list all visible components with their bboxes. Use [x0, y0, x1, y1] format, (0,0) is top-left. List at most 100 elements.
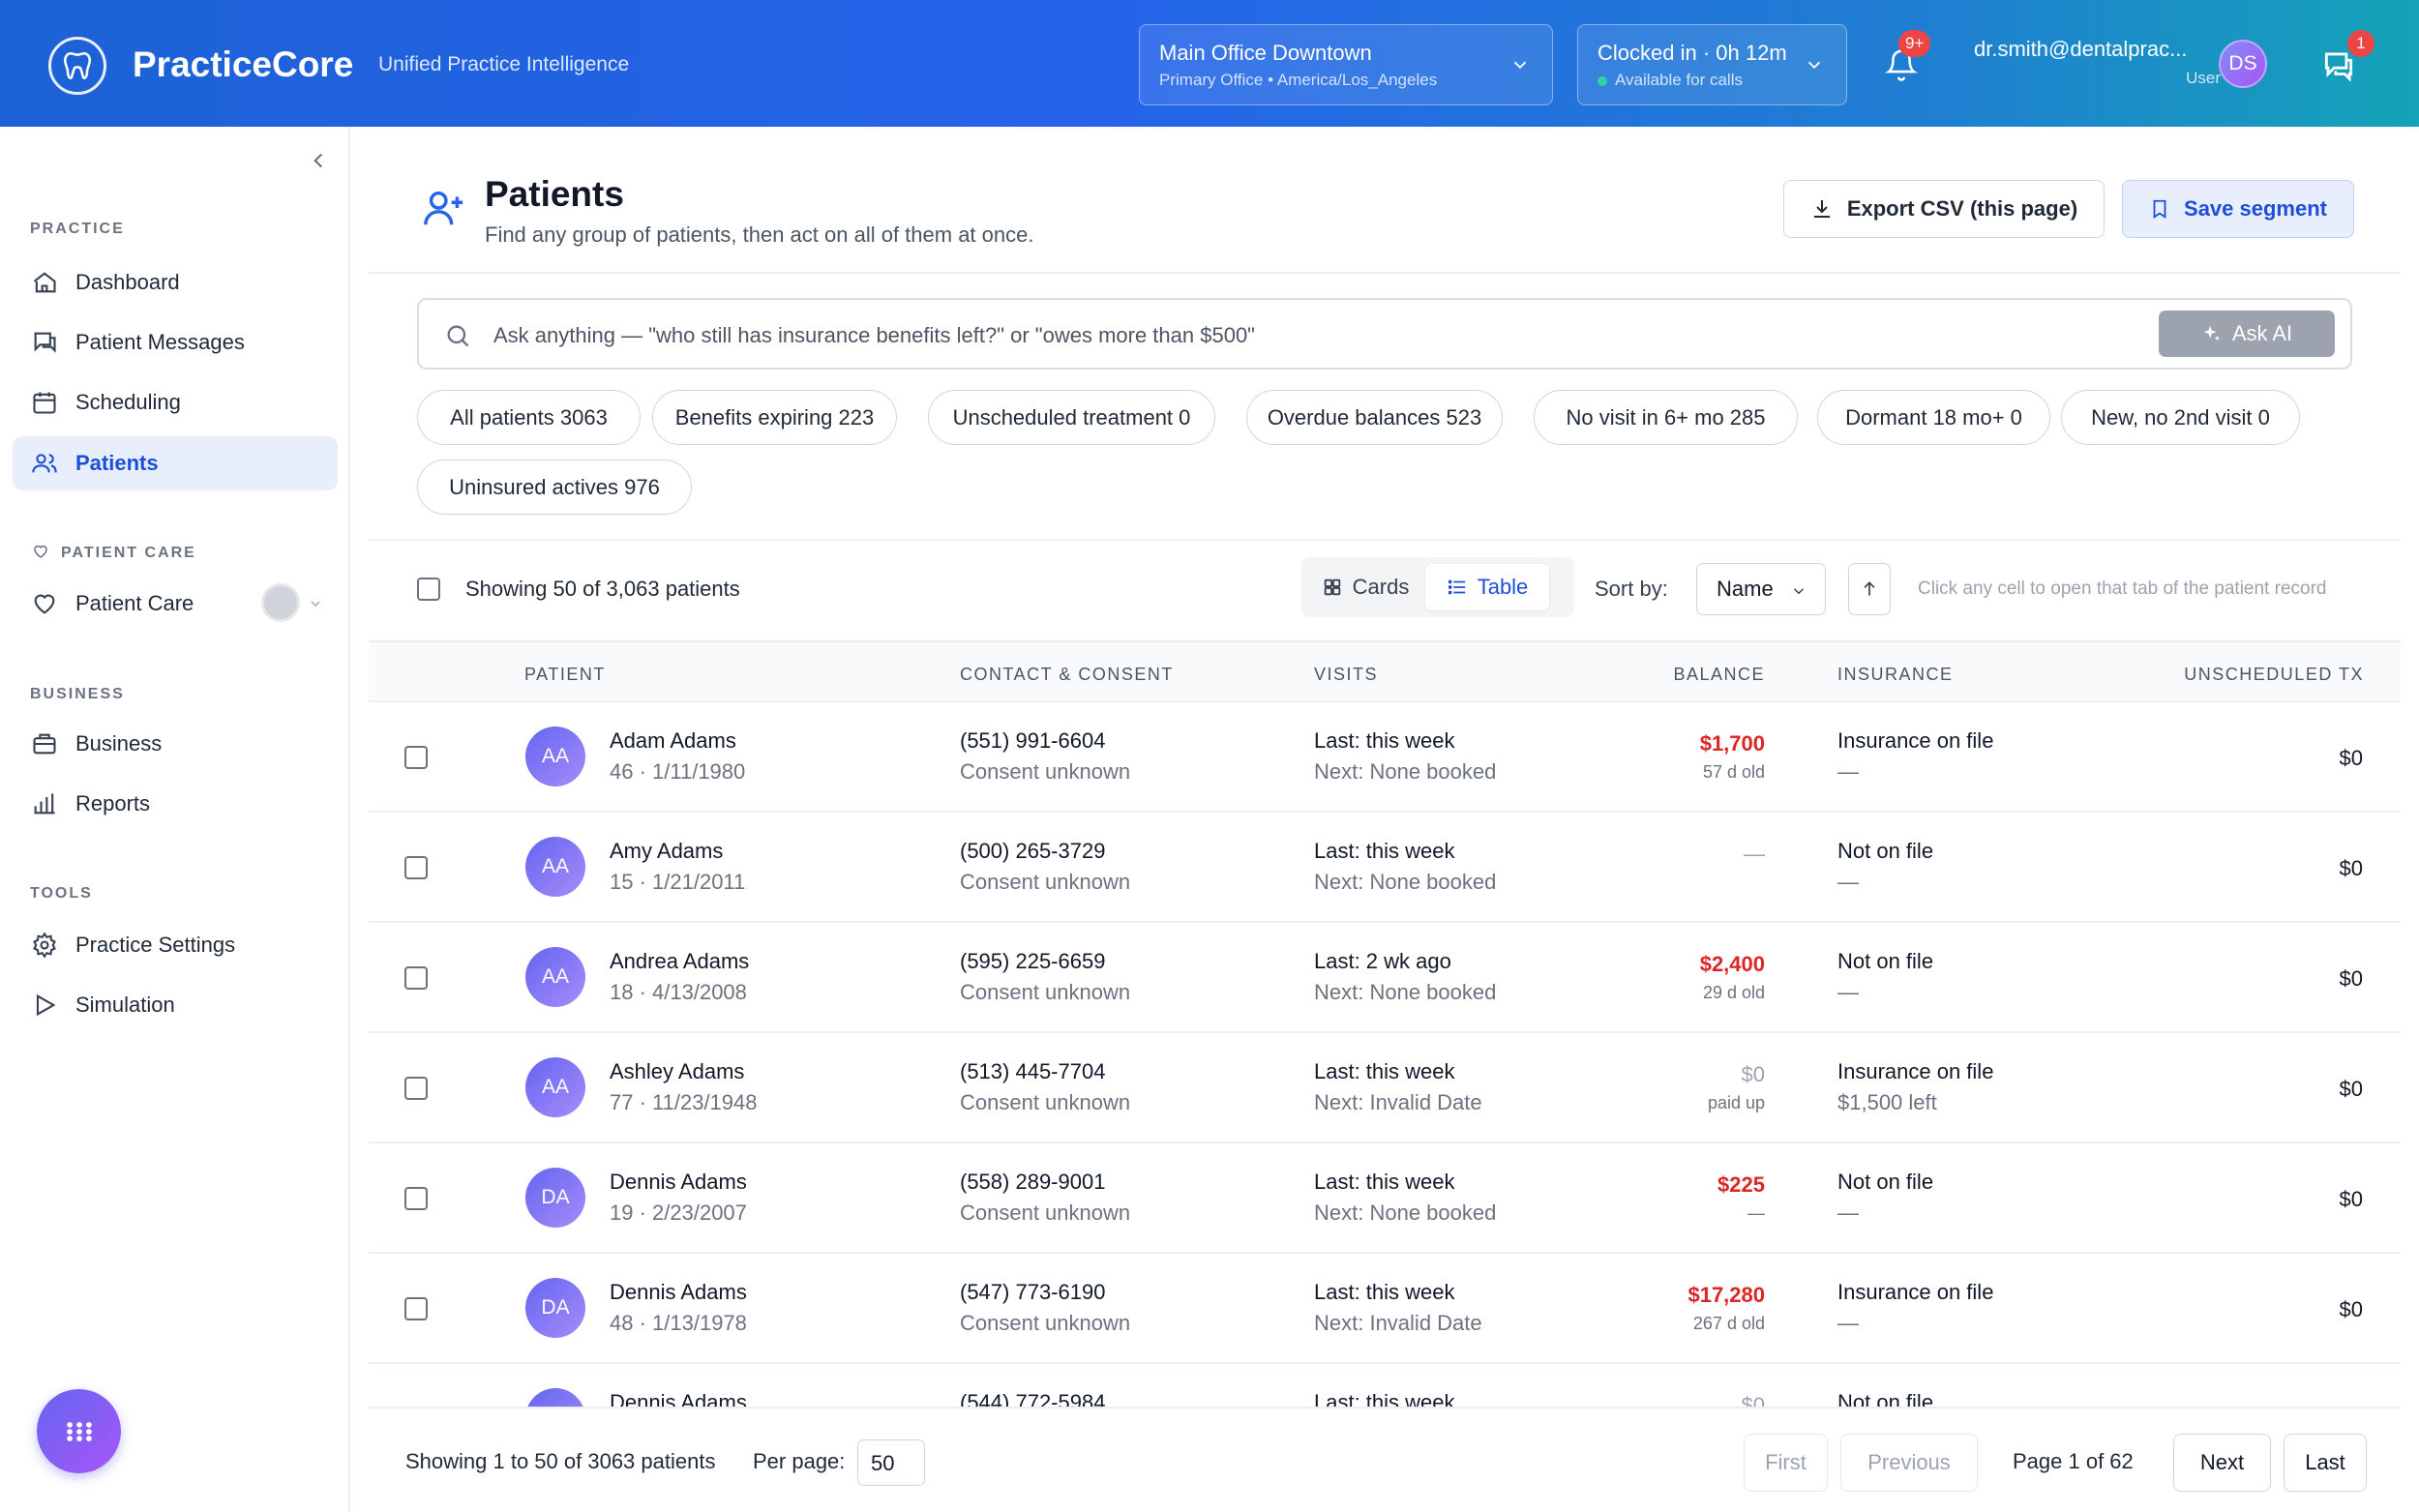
patient-care-toggle[interactable] [261, 583, 300, 622]
unscheduled-tx-amount[interactable]: $0 [2340, 966, 2363, 992]
row-checkbox[interactable] [404, 1297, 428, 1320]
balance-amount[interactable]: — [1744, 842, 1765, 867]
user-avatar[interactable]: DS [2219, 40, 2267, 88]
last-visit[interactable]: Last: this week [1314, 1280, 1455, 1305]
previous-page-button[interactable]: Previous [1840, 1434, 1978, 1492]
row-checkbox[interactable] [404, 1077, 428, 1100]
balance-amount[interactable]: $2,400 [1700, 952, 1765, 977]
balance-age[interactable]: 57 d old [1703, 762, 1765, 783]
search-input[interactable]: Ask anything — "who still has insurance … [417, 298, 2352, 370]
sidebar-item-patient-care[interactable]: Patient Care [13, 577, 245, 631]
sidebar-item-simulation[interactable]: Simulation [13, 978, 338, 1032]
per-page-select[interactable]: 50 [857, 1439, 925, 1486]
balance-age[interactable]: 29 d old [1703, 983, 1765, 1003]
row-checkbox[interactable] [404, 856, 428, 879]
insurance-status[interactable]: Not on file [1837, 839, 1933, 864]
insurance-remaining[interactable]: — [1837, 1201, 1859, 1226]
insurance-remaining[interactable]: $1,500 left [1837, 1090, 1937, 1115]
location-selector[interactable]: Main Office Downtown Primary Office • Am… [1139, 24, 1553, 105]
column-header-contact[interactable]: CONTACT & CONSENT [960, 665, 1174, 685]
patient-avatar[interactable]: AA [525, 1057, 585, 1117]
last-visit[interactable]: Last: this week [1314, 1170, 1455, 1195]
unscheduled-tx-amount[interactable]: $0 [2340, 856, 2363, 881]
view-table-button[interactable]: Table [1425, 564, 1549, 610]
chip-uninsured-actives[interactable]: Uninsured actives 976 [417, 460, 692, 515]
chip-benefits-expiring[interactable]: Benefits expiring 223 [652, 390, 897, 445]
sidebar-item-scheduling[interactable]: Scheduling [13, 375, 338, 430]
column-header-visits[interactable]: VISITS [1314, 665, 1378, 685]
insurance-status[interactable]: Insurance on file [1837, 1059, 1993, 1084]
patient-name[interactable]: Andrea Adams [610, 949, 749, 974]
next-visit[interactable]: Next: None booked [1314, 980, 1496, 1005]
patient-avatar[interactable]: AA [525, 726, 585, 786]
patient-phone[interactable]: (558) 289-9001 [960, 1170, 1105, 1195]
consent-status[interactable]: Consent unknown [960, 1201, 1130, 1226]
sort-direction-button[interactable] [1848, 563, 1891, 615]
patient-age-dob[interactable]: 18 · 4/13/2008 [610, 980, 747, 1005]
unscheduled-tx-amount[interactable]: $0 [2340, 746, 2363, 771]
unscheduled-tx-amount[interactable]: $0 [2340, 1297, 2363, 1322]
insurance-remaining[interactable]: — [1837, 870, 1859, 895]
balance-age[interactable]: paid up [1708, 1093, 1765, 1113]
balance-age[interactable]: 267 d old [1693, 1314, 1765, 1334]
row-checkbox[interactable] [404, 746, 428, 769]
patient-phone[interactable]: (513) 445-7704 [960, 1059, 1105, 1084]
chevron-down-icon[interactable] [308, 596, 323, 611]
sort-select[interactable]: Name [1696, 563, 1826, 615]
chip-new-no-2nd-visit[interactable]: New, no 2nd visit 0 [2061, 390, 2300, 445]
patient-age-dob[interactable]: 77 · 11/23/1948 [610, 1090, 758, 1115]
last-visit[interactable]: Last: this week [1314, 1059, 1455, 1084]
last-page-button[interactable]: Last [2284, 1434, 2367, 1492]
ask-ai-button[interactable]: Ask AI [2159, 311, 2335, 357]
collapse-sidebar-button[interactable] [306, 148, 331, 178]
consent-status[interactable]: Consent unknown [960, 980, 1130, 1005]
balance-amount[interactable]: $17,280 [1687, 1283, 1765, 1308]
patient-avatar[interactable]: DA [525, 1278, 585, 1338]
save-segment-button[interactable]: Save segment [2122, 180, 2354, 238]
next-visit[interactable]: Next: None booked [1314, 870, 1496, 895]
patient-name[interactable]: Ashley Adams [610, 1059, 744, 1084]
insurance-remaining[interactable]: — [1837, 759, 1859, 785]
last-visit[interactable]: Last: 2 wk ago [1314, 949, 1451, 974]
insurance-remaining[interactable]: — [1837, 1311, 1859, 1336]
table-row[interactable]: DA Dennis Adams 48 · 1/13/1978 (547) 773-61… [369, 1254, 2401, 1364]
column-header-insurance[interactable]: INSURANCE [1837, 665, 1954, 685]
select-all-checkbox[interactable] [417, 578, 440, 601]
chip-overdue-balances[interactable]: Overdue balances 523 [1246, 390, 1503, 445]
balance-amount[interactable]: $1,700 [1700, 731, 1765, 756]
next-visit[interactable]: Next: Invalid Date [1314, 1311, 1482, 1336]
apps-launcher-button[interactable] [37, 1389, 121, 1473]
chip-dormant-18mo[interactable]: Dormant 18 mo+ 0 [1817, 390, 2050, 445]
patient-avatar[interactable]: DA [525, 1168, 585, 1228]
patient-name[interactable]: Dennis Adams [610, 1170, 747, 1195]
consent-status[interactable]: Consent unknown [960, 870, 1130, 895]
table-row[interactable]: AA Andrea Adams 18 · 4/13/2008 (595) 225-66… [369, 923, 2401, 1033]
app-title[interactable]: PracticeCore [133, 44, 353, 85]
patient-age-dob[interactable]: 15 · 1/21/2011 [610, 870, 745, 895]
chip-no-visit-6mo[interactable]: No visit in 6+ mo 285 [1534, 390, 1798, 445]
table-row[interactable]: DA Dennis Adams (544) 772-5984 Last: this w… [369, 1364, 2401, 1407]
consent-status[interactable]: Consent unknown [960, 1311, 1130, 1336]
column-header-patient[interactable]: PATIENT [524, 665, 606, 685]
last-visit[interactable]: Last: this week [1314, 1390, 1455, 1407]
user-email[interactable]: dr.smith@dentalprac... [1974, 37, 2187, 62]
consent-status[interactable]: Consent unknown [960, 759, 1130, 785]
unscheduled-tx-amount[interactable]: $0 [2340, 1077, 2363, 1102]
consent-status[interactable]: Consent unknown [960, 1090, 1130, 1115]
patient-age-dob[interactable]: 19 · 2/23/2007 [610, 1201, 747, 1226]
balance-amount[interactable]: $0 [1742, 1393, 1765, 1407]
patient-phone[interactable]: (500) 265-3729 [960, 839, 1105, 864]
patient-phone[interactable]: (547) 773-6190 [960, 1280, 1105, 1305]
view-cards-button[interactable]: Cards [1309, 564, 1421, 610]
next-visit[interactable]: Next: None booked [1314, 1201, 1496, 1226]
sidebar-item-dashboard[interactable]: Dashboard [13, 255, 338, 310]
table-row[interactable]: AA Adam Adams 46 · 1/11/1980 (551) 991-6604… [369, 702, 2401, 813]
sidebar-item-reports[interactable]: Reports [13, 777, 338, 831]
next-visit[interactable]: Next: Invalid Date [1314, 1090, 1482, 1115]
patient-name[interactable]: Adam Adams [610, 728, 736, 754]
patient-avatar[interactable]: AA [525, 837, 585, 897]
table-row[interactable]: AA Amy Adams 15 · 1/21/2011 (500) 265-3729 C… [369, 813, 2401, 923]
table-row[interactable]: DA Dennis Adams 19 · 2/23/2007 (558) 289-90… [369, 1143, 2401, 1254]
sidebar-item-business[interactable]: Business [13, 717, 338, 771]
patient-name[interactable]: Dennis Adams [610, 1280, 747, 1305]
